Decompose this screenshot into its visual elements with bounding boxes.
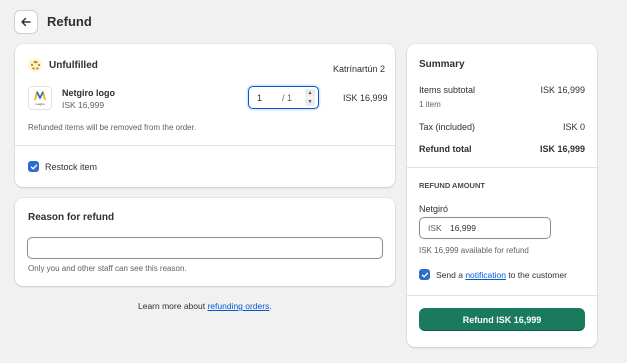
fulfillment-card: Unfulfilled Katrínartún 2 netgiro Netgir… (15, 44, 395, 187)
send-suffix: to the customer (505, 270, 567, 280)
unfulfilled-status-icon (28, 58, 42, 72)
quantity-value[interactable]: 1 (257, 93, 262, 103)
netgiro-logo-icon (34, 90, 46, 100)
send-notification-text: Send a notification to the customer (436, 270, 567, 280)
learn-more-text: Learn more about refunding orders. (138, 301, 272, 311)
reason-help: Only you and other staff can see this re… (28, 264, 187, 273)
learn-more-prefix: Learn more about (138, 301, 208, 311)
refund-note: Refunded items will be removed from the … (28, 123, 197, 132)
quantity-stepper[interactable]: 1 / 1 ▲ ▼ (248, 86, 319, 109)
product-price: ISK 16,999 (62, 100, 105, 110)
refund-amount-input[interactable]: ISK 16,999 (419, 217, 551, 239)
tax-label: Tax (included) (419, 122, 476, 132)
available-text: ISK 16,999 available for refund (419, 246, 529, 255)
product-thumbnail-text: netgiro (35, 101, 45, 106)
subtotal-value: ISK 16,999 (540, 85, 585, 95)
divider (407, 167, 597, 168)
refunding-orders-link[interactable]: refunding orders (207, 301, 269, 311)
refund-method-label: Netgiró (419, 204, 449, 214)
fulfillment-status: Unfulfilled (49, 60, 98, 71)
decrement-button[interactable]: ▼ (305, 98, 315, 106)
reason-input[interactable] (27, 237, 383, 259)
product-thumbnail: netgiro (28, 86, 52, 110)
reason-card: Reason for refund Only you and other sta… (15, 198, 395, 286)
divider (407, 295, 597, 296)
refund-amount-value[interactable]: 16,999 (450, 223, 476, 233)
checkmark-icon (421, 272, 428, 277)
refund-button[interactable]: Refund ISK 16,999 (419, 308, 585, 331)
increment-button[interactable]: ▲ (305, 89, 315, 97)
currency-prefix: ISK (428, 223, 442, 233)
page-title: Refund (47, 14, 92, 29)
refund-total-label: Refund total (419, 144, 472, 154)
refund-amount-heading: REFUND AMOUNT (419, 181, 485, 190)
quantity-max: / 1 (282, 93, 293, 103)
back-button[interactable] (14, 10, 38, 34)
chevron-up-icon: ▲ (307, 90, 313, 96)
notification-link[interactable]: notification (465, 270, 506, 280)
checkmark-icon (30, 164, 37, 169)
items-count: 1 item (419, 100, 441, 109)
subtotal-label: Items subtotal (419, 85, 476, 95)
arrow-left-icon (21, 17, 31, 27)
product-name[interactable]: Netgiro logo (62, 88, 115, 98)
tax-value: ISK 0 (562, 122, 585, 132)
send-notification-checkbox[interactable] (419, 269, 430, 280)
refund-button-label: Refund ISK 16,999 (462, 314, 542, 325)
line-total: ISK 16,999 (343, 93, 388, 103)
fulfillment-location: Katrínartún 2 (333, 64, 386, 74)
summary-title: Summary (419, 59, 465, 70)
refund-total-value: ISK 16,999 (539, 144, 585, 154)
restock-label[interactable]: Restock item (45, 162, 97, 172)
divider (15, 145, 395, 146)
restock-checkbox[interactable] (28, 161, 39, 172)
send-prefix: Send a (436, 270, 466, 280)
reason-title: Reason for refund (28, 212, 115, 223)
chevron-down-icon: ▼ (307, 99, 313, 105)
learn-more-suffix: . (269, 301, 272, 311)
summary-card: Summary Items subtotal ISK 16,999 1 item… (407, 44, 597, 347)
